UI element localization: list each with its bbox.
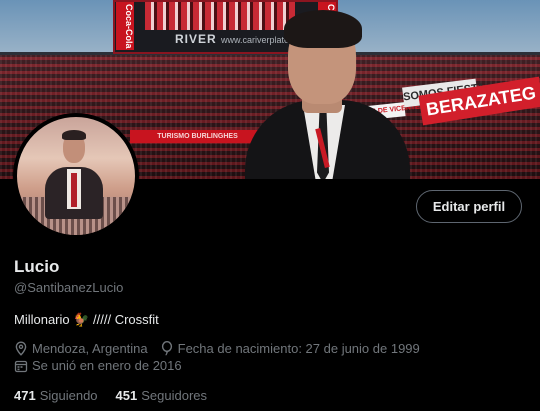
profile-joined-row: Se unió en enero de 2016 <box>14 358 194 373</box>
avatar-tie <box>71 173 77 207</box>
following-count: 471 <box>14 388 36 403</box>
edit-profile-button[interactable]: Editar perfil <box>416 190 522 223</box>
followers-link[interactable]: 451 Seguidores <box>116 388 207 403</box>
profile-meta-row: Mendoza, Argentina Fecha de nacimiento: … <box>14 341 432 356</box>
birthday-text: Fecha de nacimiento: 27 de junio de 1999 <box>177 341 420 356</box>
profile-stats: 471 Siguiendo 451 Seguidores <box>14 388 225 403</box>
coca-cola-logo-left: Coca-Cola <box>116 2 134 50</box>
person-hair <box>284 10 362 48</box>
profile-handle: @SantibanezLucio <box>14 280 124 295</box>
profile-location: Mendoza, Argentina <box>14 341 148 356</box>
banner-person <box>240 10 430 179</box>
location-pin-icon <box>15 341 27 356</box>
location-text: Mendoza, Argentina <box>32 341 148 356</box>
following-label: Siguiendo <box>39 388 98 403</box>
joined-text: Se unió en enero de 2016 <box>32 358 182 373</box>
balloon-icon <box>161 341 172 356</box>
calendar-icon <box>14 360 28 372</box>
profile-name: Lucio <box>14 257 60 276</box>
following-link[interactable]: 471 Siguiendo <box>14 388 98 403</box>
profile-birthday: Fecha de nacimiento: 27 de junio de 1999 <box>160 341 420 356</box>
followers-label: Seguidores <box>141 388 208 403</box>
profile-bio: Millonario 🐓 ///// Crossfit <box>14 312 159 327</box>
avatar-hair <box>62 130 86 140</box>
profile-joined: Se unió en enero de 2016 <box>14 358 182 373</box>
profile-avatar[interactable] <box>13 113 139 239</box>
followers-count: 451 <box>115 388 138 403</box>
